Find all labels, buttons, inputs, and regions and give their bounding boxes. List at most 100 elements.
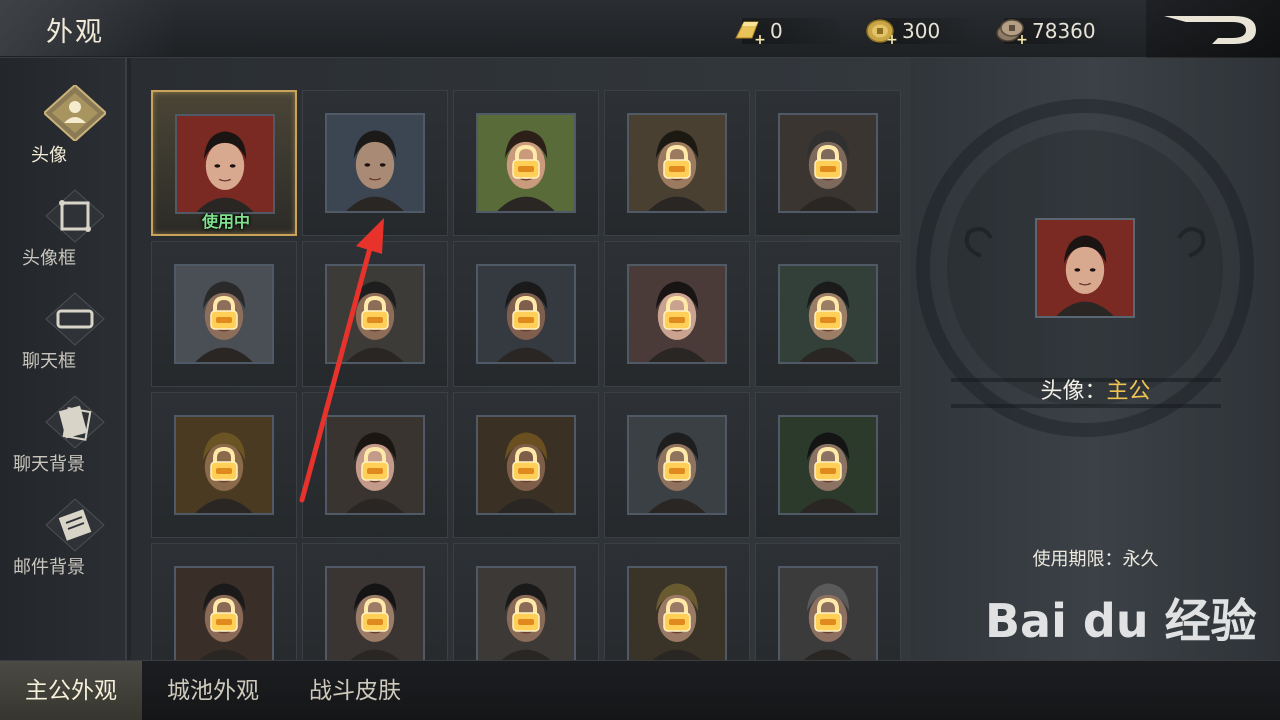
avatar-portrait	[325, 415, 425, 515]
avatar-cell[interactable]	[151, 392, 297, 538]
lock-icon	[657, 294, 697, 334]
sidebar-item-avatar-frame[interactable]: 头像框	[22, 188, 128, 278]
avatar-cell[interactable]: 使用中	[151, 90, 297, 236]
lock-icon	[657, 143, 697, 183]
sidebar-item-chat-frame[interactable]: 聊天框	[22, 291, 128, 381]
avatar-name-key: 头像：	[1040, 379, 1107, 404]
lock-icon	[355, 294, 395, 334]
avatar-portrait	[476, 415, 576, 515]
avatar-portrait	[627, 566, 727, 660]
currency-value: 300	[902, 19, 941, 43]
avatar-cell[interactable]	[604, 543, 750, 660]
avatar-cell[interactable]	[453, 392, 599, 538]
lock-icon	[506, 445, 546, 485]
lock-icon	[808, 143, 848, 183]
avatar-grid: 使用中	[131, 58, 911, 660]
avatar-portrait	[476, 264, 576, 364]
avatar-portrait	[778, 264, 878, 364]
sidebar-item-mail-background[interactable]: 邮件背景	[13, 497, 128, 587]
copper-coin-icon: +	[994, 16, 1028, 48]
lock-icon	[506, 596, 546, 636]
tab-city-appearance[interactable]: 城池外观	[142, 661, 284, 720]
currency-gold-ingot[interactable]: + 0	[732, 16, 846, 48]
chat-background-icon	[44, 394, 106, 450]
sidebar-item-chat-background[interactable]: 聊天背景	[13, 394, 128, 484]
avatar-cell[interactable]	[755, 241, 901, 387]
preview-panel: 头像：主公 使用期限：永久	[911, 58, 1280, 660]
avatar-cell[interactable]	[302, 392, 448, 538]
avatar-portrait	[778, 566, 878, 660]
sidebar-item-label: 头像框	[22, 248, 76, 269]
avatar-portrait	[778, 113, 878, 213]
usage-duration: 使用期限：永久	[1032, 549, 1159, 570]
gold-coin-icon: +	[864, 16, 898, 48]
avatar-portrait	[778, 415, 878, 515]
sidebar-item-avatar[interactable]: 头像	[22, 83, 128, 175]
category-sidebar: 头像 头像框 聊天框 聊天背景 邮件背景	[0, 58, 127, 660]
avatar-portrait	[325, 566, 425, 660]
sidebar-item-label: 头像	[31, 145, 67, 166]
lock-icon	[808, 596, 848, 636]
plus-icon: +	[1016, 32, 1028, 48]
currency-gold-coin[interactable]: + 300	[864, 16, 978, 48]
avatar-icon	[42, 83, 108, 143]
avatar-portrait	[174, 264, 274, 364]
currency-value: 78360	[1032, 19, 1096, 43]
chat-frame-icon	[44, 291, 106, 347]
avatar-portrait	[627, 415, 727, 515]
lock-icon	[506, 294, 546, 334]
currency-value: 0	[770, 19, 783, 43]
sidebar-item-label: 邮件背景	[13, 557, 85, 578]
lock-icon	[204, 596, 244, 636]
avatar-cell[interactable]	[604, 392, 750, 538]
lock-icon	[808, 445, 848, 485]
avatar-portrait	[476, 566, 576, 660]
lock-icon	[355, 596, 395, 636]
lock-icon	[657, 596, 697, 636]
avatar-cell[interactable]	[453, 90, 599, 236]
avatar-portrait	[175, 114, 275, 214]
sidebar-item-label: 聊天背景	[13, 454, 85, 475]
avatar-cell[interactable]	[151, 241, 297, 387]
avatar-cell[interactable]	[604, 241, 750, 387]
bottom-tab-bar: 主公外观 城池外观 战斗皮肤	[0, 660, 1280, 720]
avatar-portrait	[627, 113, 727, 213]
avatar-cell[interactable]	[453, 241, 599, 387]
avatar-cell[interactable]	[755, 543, 901, 660]
lock-icon	[657, 445, 697, 485]
avatar-cell[interactable]	[302, 543, 448, 660]
lock-icon	[355, 445, 395, 485]
back-button[interactable]	[1146, 0, 1280, 58]
page-title: 外观	[46, 17, 104, 48]
avatar-portrait	[174, 566, 274, 660]
avatar-portrait	[325, 113, 425, 213]
tab-battle-skin[interactable]: 战斗皮肤	[284, 661, 426, 720]
lock-icon	[204, 445, 244, 485]
back-arrow-icon	[1164, 16, 1256, 44]
avatar-cell[interactable]	[302, 241, 448, 387]
gold-ingot-icon: +	[732, 16, 766, 48]
avatar-cell[interactable]	[755, 90, 901, 236]
avatar-portrait	[174, 415, 274, 515]
avatar-frame-icon	[44, 188, 106, 244]
mail-background-icon	[44, 497, 106, 553]
plus-icon: +	[754, 32, 766, 48]
avatar-cell[interactable]	[302, 90, 448, 236]
avatar-cell[interactable]	[453, 543, 599, 660]
lock-icon	[808, 294, 848, 334]
plus-icon: +	[886, 32, 898, 48]
avatar-name-value: 主公	[1106, 379, 1151, 404]
avatar-name: 头像：主公	[911, 373, 1280, 405]
avatar-portrait	[325, 264, 425, 364]
in-use-label: 使用中	[201, 212, 250, 231]
currency-copper-coin[interactable]: + 78360	[994, 16, 1108, 48]
top-bar: 外观 + 0 + 300 + 78360	[0, 0, 1280, 58]
avatar-cell[interactable]	[151, 543, 297, 660]
tab-lord-appearance[interactable]: 主公外观	[0, 661, 142, 720]
avatar-cell[interactable]	[604, 90, 750, 236]
avatar-cell[interactable]	[755, 392, 901, 538]
lock-icon	[204, 294, 244, 334]
avatar-portrait	[476, 113, 576, 213]
sidebar-item-label: 聊天框	[22, 351, 76, 372]
avatar-preview	[1035, 218, 1135, 318]
